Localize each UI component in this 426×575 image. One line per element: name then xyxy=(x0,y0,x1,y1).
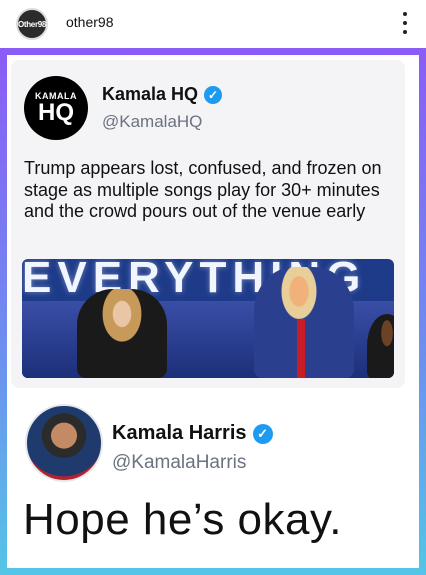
kamalahq-avatar: KAMALA HQ xyxy=(24,76,88,140)
avatar-line2: HQ xyxy=(38,99,74,126)
embedded-tweet-name-text: Kamala HQ xyxy=(102,84,199,104)
post-image: KAMALA HQ Kamala HQ ✓ @KamalaHQ Trump app… xyxy=(7,55,419,568)
profile-avatar[interactable]: Other98 xyxy=(16,8,48,40)
post-image-frame: KAMALA HQ Kamala HQ ✓ @KamalaHQ Trump app… xyxy=(0,48,426,575)
avatar-text: Other98 xyxy=(17,19,47,29)
more-options-icon[interactable] xyxy=(402,12,408,34)
embedded-tweet-text: Trump appears lost, confused, and frozen… xyxy=(24,158,382,221)
post-header: Other98 other98 xyxy=(0,0,426,48)
verified-check-icon: ✓ xyxy=(252,423,273,444)
reply-name: Kamala Harris ✓ xyxy=(112,422,273,445)
embedded-tweet-card: KAMALA HQ Kamala HQ ✓ @KamalaHQ Trump app… xyxy=(11,60,405,388)
reply-handle: @KamalaHarris xyxy=(112,452,247,473)
username-link[interactable]: other98 xyxy=(66,14,113,30)
reply-name-text: Kamala Harris xyxy=(112,422,247,444)
embedded-tweet-photo: EVERYTHING xyxy=(22,259,394,378)
reply-text: Hope he’s okay. xyxy=(23,495,342,544)
kamalaharris-avatar xyxy=(25,404,103,482)
embedded-tweet-handle: @KamalaHQ xyxy=(102,112,203,131)
embedded-tweet-name: Kamala HQ ✓ xyxy=(102,84,223,105)
photo-person-left xyxy=(77,289,167,378)
photo-red-tie xyxy=(297,319,305,378)
verified-check-icon: ✓ xyxy=(204,86,223,105)
